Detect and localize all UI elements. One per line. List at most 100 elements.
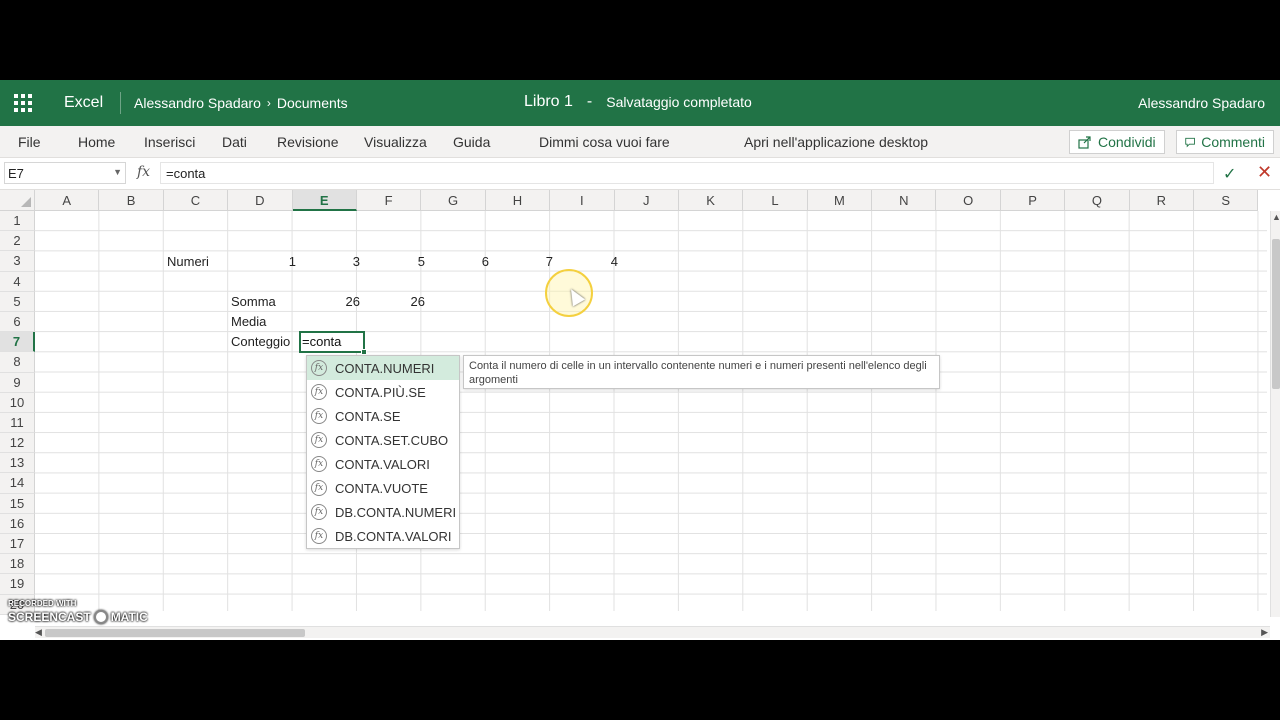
cell-grid[interactable]: [35, 211, 1267, 611]
row-header[interactable]: 15: [0, 493, 35, 514]
cell-G3[interactable]: 6: [428, 252, 492, 272]
select-all-corner[interactable]: [0, 190, 35, 211]
row-header[interactable]: 18: [0, 554, 35, 575]
column-header[interactable]: D: [228, 190, 293, 211]
app-launcher-icon[interactable]: [14, 94, 32, 112]
column-header[interactable]: S: [1194, 190, 1259, 211]
column-header[interactable]: O: [936, 190, 1001, 211]
scroll-up-icon[interactable]: ▲: [1272, 212, 1280, 222]
column-headers: A B C D E F G H I J K L M N O P Q R S: [35, 190, 1259, 211]
column-header[interactable]: L: [743, 190, 808, 211]
autocomplete-item[interactable]: fx DB.CONTA.VALORI: [307, 524, 459, 548]
watermark-brand-suffix: MATIC: [110, 610, 148, 624]
autocomplete-item[interactable]: fx CONTA.NUMERI: [307, 356, 459, 380]
autocomplete-item[interactable]: fx CONTA.SET.CUBO: [307, 428, 459, 452]
name-box[interactable]: E7 ▼: [4, 162, 126, 184]
row-header[interactable]: 10: [0, 392, 35, 413]
row-header[interactable]: 12: [0, 433, 35, 454]
menu-insert[interactable]: Inserisci: [144, 134, 195, 150]
vertical-scrollbar[interactable]: ▲: [1270, 211, 1280, 617]
function-icon: fx: [311, 504, 327, 520]
breadcrumb-owner[interactable]: Alessandro Spadaro: [134, 95, 261, 111]
vertical-scroll-thumb[interactable]: [1272, 239, 1280, 389]
active-cell-value: =conta: [302, 334, 342, 349]
row-header[interactable]: 4: [0, 271, 35, 292]
cell-E3[interactable]: 3: [299, 252, 363, 272]
column-header[interactable]: N: [872, 190, 937, 211]
column-header[interactable]: B: [99, 190, 164, 211]
column-header[interactable]: G: [421, 190, 486, 211]
cell-F5[interactable]: 26: [364, 292, 428, 312]
close-icon[interactable]: ✕: [1257, 162, 1272, 183]
menu-help[interactable]: Guida: [453, 134, 490, 150]
row-header[interactable]: 11: [0, 412, 35, 434]
row-header[interactable]: 8: [0, 352, 35, 373]
autocomplete-item[interactable]: fx DB.CONTA.NUMERI: [307, 500, 459, 524]
row-header[interactable]: 13: [0, 453, 35, 474]
menu-file[interactable]: File: [18, 134, 41, 150]
autocomplete-item-label: CONTA.NUMERI: [335, 360, 435, 376]
breadcrumb-folder[interactable]: Documents: [277, 95, 348, 111]
menu-data[interactable]: Dati: [222, 134, 247, 150]
tell-me-search[interactable]: Dimmi cosa vuoi fare: [539, 134, 670, 150]
checkmark-icon[interactable]: ✓: [1223, 164, 1236, 184]
scroll-right-icon[interactable]: ▶: [1261, 627, 1268, 638]
column-header[interactable]: Q: [1065, 190, 1130, 211]
share-button[interactable]: Condividi: [1069, 130, 1165, 154]
name-box-value: E7: [8, 166, 24, 181]
cell-D6[interactable]: Media: [228, 312, 269, 332]
row-header[interactable]: 16: [0, 513, 35, 534]
row-header[interactable]: 1: [0, 211, 35, 232]
row-header[interactable]: 6: [0, 311, 35, 333]
document-title[interactable]: Libro 1: [524, 93, 573, 111]
column-header[interactable]: P: [1000, 190, 1066, 211]
menu-home[interactable]: Home: [78, 134, 115, 150]
function-tooltip: Conta il numero di celle in un intervall…: [463, 355, 940, 389]
column-header[interactable]: C: [163, 190, 229, 211]
row-header[interactable]: 2: [0, 231, 35, 252]
formula-input[interactable]: =conta: [160, 162, 1214, 184]
cell-D3[interactable]: 1: [235, 252, 299, 272]
title-bar: Excel Alessandro Spadaro › Documents Lib…: [0, 80, 1280, 126]
cell-F3[interactable]: 5: [364, 252, 428, 272]
user-account[interactable]: Alessandro Spadaro: [1138, 95, 1265, 111]
row-header[interactable]: 14: [0, 473, 35, 494]
row-header[interactable]: 3: [0, 251, 35, 272]
chevron-down-icon[interactable]: ▼: [113, 167, 122, 177]
horizontal-scroll-thumb[interactable]: [45, 629, 305, 637]
column-header[interactable]: A: [35, 190, 100, 211]
open-in-desktop[interactable]: Apri nell'applicazione desktop: [744, 134, 928, 150]
column-header[interactable]: K: [678, 190, 744, 211]
breadcrumb: Alessandro Spadaro › Documents: [134, 95, 348, 111]
row-header[interactable]: 19: [0, 574, 35, 595]
column-header[interactable]: R: [1129, 190, 1195, 211]
column-header[interactable]: H: [485, 190, 551, 211]
app-name[interactable]: Excel: [64, 94, 103, 112]
autocomplete-item[interactable]: fx CONTA.VALORI: [307, 452, 459, 476]
active-cell-E7[interactable]: =conta: [299, 331, 367, 355]
row-header[interactable]: 5: [0, 291, 35, 312]
column-header[interactable]: F: [356, 190, 422, 211]
menu-view[interactable]: Visualizza: [364, 134, 427, 150]
cell-H3[interactable]: 7: [492, 252, 556, 272]
comments-button[interactable]: Commenti: [1176, 130, 1274, 154]
column-header-active[interactable]: E: [292, 190, 357, 211]
autocomplete-item[interactable]: fx CONTA.VUOTE: [307, 476, 459, 500]
cell-D7[interactable]: Conteggio: [228, 332, 293, 352]
row-header[interactable]: 17: [0, 534, 35, 555]
cell-E5[interactable]: 26: [299, 292, 363, 312]
column-header[interactable]: M: [807, 190, 873, 211]
cell-C3[interactable]: Numeri: [164, 252, 212, 272]
row-header[interactable]: 9: [0, 372, 35, 393]
watermark-brand: SCREENCAST: [8, 610, 91, 624]
autocomplete-item[interactable]: fx CONTA.PIÙ.SE: [307, 380, 459, 404]
cell-D5[interactable]: Somma: [228, 292, 279, 312]
column-header[interactable]: I: [550, 190, 615, 211]
autocomplete-item[interactable]: fx CONTA.SE: [307, 404, 459, 428]
scroll-left-icon[interactable]: ◀: [35, 627, 42, 638]
column-header[interactable]: J: [614, 190, 679, 211]
horizontal-scrollbar[interactable]: ◀ ▶: [35, 626, 1270, 638]
insert-function-icon[interactable]: fx: [137, 164, 150, 180]
menu-review[interactable]: Revisione: [277, 134, 338, 150]
row-header-active[interactable]: 7: [0, 332, 35, 353]
